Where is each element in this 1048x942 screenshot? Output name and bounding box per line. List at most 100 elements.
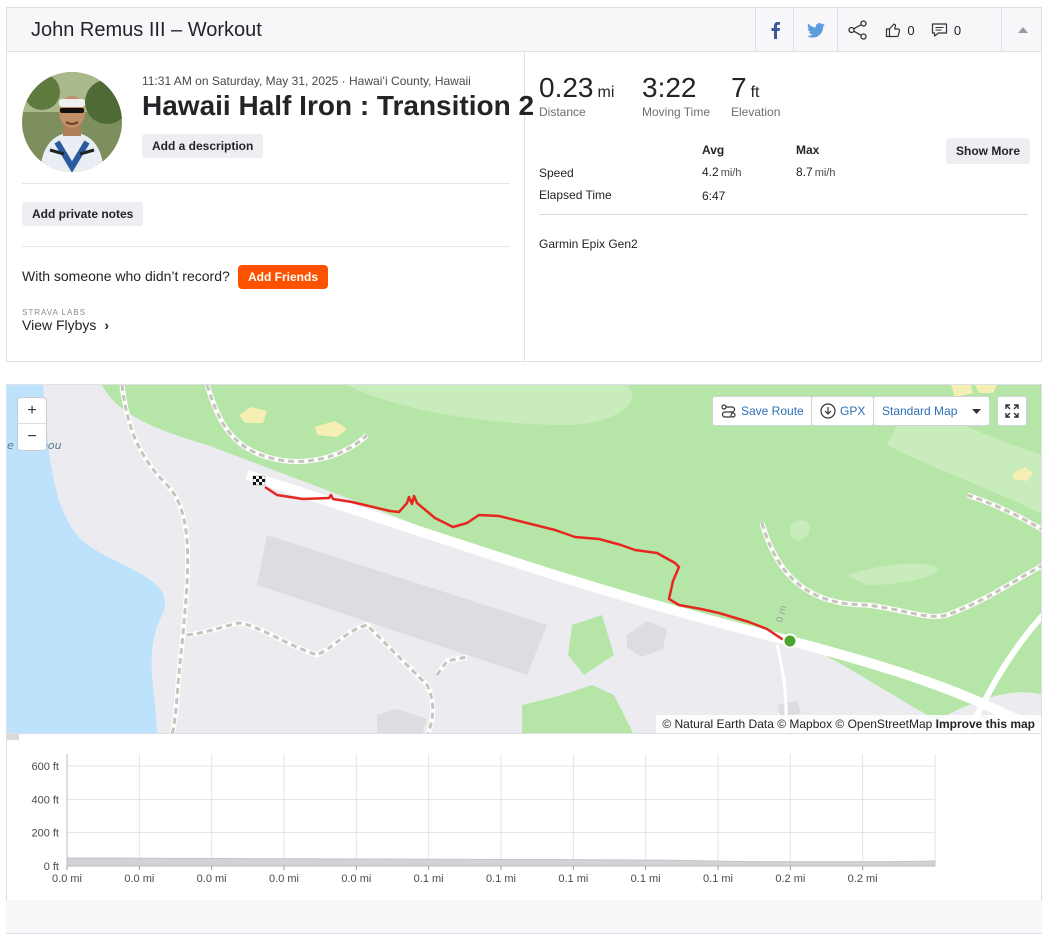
start-marker-icon bbox=[782, 633, 798, 649]
distance-value: 0.23 bbox=[539, 72, 594, 103]
speed-label: Speed bbox=[539, 166, 574, 180]
park-area bbox=[522, 685, 633, 733]
comments-count: 0 bbox=[953, 22, 962, 38]
divider bbox=[22, 246, 510, 247]
moving-time-value: 3:22 bbox=[642, 72, 697, 103]
zoom-in-button[interactable]: + bbox=[18, 398, 46, 424]
activity-summary: 11:31 AM on Saturday, May 31, 2025 · Haw… bbox=[6, 51, 1042, 362]
map-style-select[interactable]: Standard Map bbox=[873, 396, 990, 426]
athlete-workout-title: John Remus III – Workout bbox=[31, 19, 262, 41]
speed-max: 8.7 mi/h bbox=[796, 165, 835, 179]
route-map[interactable]: e Kanipou 0 m + − Save Route GPX Standar… bbox=[6, 384, 1042, 734]
speed-max-unit: mi/h bbox=[814, 167, 836, 179]
share-button[interactable] bbox=[837, 8, 877, 52]
save-route-button[interactable]: Save Route bbox=[712, 396, 813, 426]
speed-avg-unit: mi/h bbox=[720, 167, 742, 179]
x-tick-label: 0.0 mi bbox=[52, 873, 82, 885]
add-description-button[interactable]: Add a description bbox=[142, 134, 264, 158]
distance-unit: mi bbox=[597, 84, 615, 101]
athlete-avatar[interactable] bbox=[22, 72, 122, 172]
chart-footer bbox=[6, 900, 1042, 934]
share-icon bbox=[847, 20, 867, 40]
zoom-controls: + − bbox=[18, 398, 46, 450]
collapse-button[interactable] bbox=[1001, 8, 1043, 52]
facebook-share-button[interactable] bbox=[755, 8, 793, 52]
elevation-label: Elevation bbox=[731, 105, 781, 119]
elapsed-time-value: 6:47 bbox=[702, 189, 726, 203]
gpx-label: GPX bbox=[840, 404, 866, 418]
activity-details: 11:31 AM on Saturday, May 31, 2025 · Haw… bbox=[7, 52, 534, 361]
twitter-share-button[interactable] bbox=[793, 8, 837, 52]
x-tick-label: 0.0 mi bbox=[341, 873, 371, 885]
x-tick-label: 0.0 mi bbox=[269, 873, 299, 885]
activity-meta: 11:31 AM on Saturday, May 31, 2025 · Haw… bbox=[142, 74, 471, 88]
improve-map-link[interactable]: Improve this map bbox=[936, 717, 1035, 731]
device-name: Garmin Epix Gen2 bbox=[539, 237, 638, 251]
zoom-out-button[interactable]: − bbox=[18, 424, 46, 450]
y-axis: 600 ft 400 ft 200 ft 0 ft bbox=[31, 754, 68, 873]
y-tick-label: 200 ft bbox=[31, 828, 59, 840]
fullscreen-button[interactable] bbox=[997, 396, 1027, 426]
building bbox=[377, 709, 427, 733]
fullscreen-icon bbox=[1005, 404, 1019, 418]
x-tick-label: 0.1 mi bbox=[703, 873, 733, 885]
with-someone-text: With someone who didn’t record? bbox=[22, 268, 230, 284]
y-tick-label: 400 ft bbox=[31, 794, 59, 806]
add-friends-button[interactable]: Add Friends bbox=[238, 265, 329, 289]
thumbs-up-icon bbox=[886, 23, 901, 38]
kudos-count: 0 bbox=[907, 22, 915, 38]
view-flybys-link[interactable]: View Flybys › bbox=[22, 317, 109, 333]
avatar-image bbox=[22, 72, 122, 172]
moving-time-label: Moving Time bbox=[642, 105, 711, 119]
distance-label: Distance bbox=[539, 105, 586, 119]
chart-area bbox=[66, 857, 936, 867]
park-area bbox=[568, 615, 614, 675]
y-tick-label: 600 ft bbox=[31, 761, 59, 773]
distance-stat: 0.23 mi Distance bbox=[539, 72, 614, 119]
elevation-value: 7 bbox=[731, 72, 747, 103]
view-flybys-label: View Flybys bbox=[22, 317, 97, 333]
y-tick-label: 0 ft bbox=[44, 861, 59, 873]
x-tick-label: 0.1 mi bbox=[631, 873, 661, 885]
x-tick-label: 0.2 mi bbox=[775, 873, 805, 885]
chevron-right-icon: › bbox=[104, 317, 109, 333]
building bbox=[627, 621, 667, 657]
map-canvas[interactable]: e Kanipou 0 m bbox=[7, 385, 1042, 734]
divider bbox=[22, 183, 510, 184]
caret-down-icon bbox=[972, 408, 981, 414]
activity-header: John Remus III – Workout 0 0 bbox=[6, 7, 1043, 52]
map-attribution: © Natural Earth Data © Mapbox © OpenStre… bbox=[656, 715, 1041, 733]
elapsed-time-label: Elapsed Time bbox=[539, 188, 612, 202]
speed-max-value: 8.7 bbox=[796, 165, 813, 179]
elevation-chart[interactable]: 600 ft400 ft200 ft0 ft 0.0 mi 0.0 mi 0.0 m… bbox=[7, 734, 1043, 900]
divider bbox=[539, 214, 1028, 215]
show-more-button[interactable]: Show More bbox=[946, 138, 1031, 164]
activity-title[interactable]: Hawaii Half Iron : Transition 2 bbox=[142, 90, 534, 122]
activity-stats: 0.23 mi Distance 3:22 Moving Time 7 ft Ele… bbox=[539, 52, 1043, 361]
avg-column-header: Avg bbox=[702, 143, 725, 157]
x-tick-label: 0.2 mi bbox=[848, 873, 878, 885]
max-column-header: Max bbox=[796, 143, 820, 157]
elevation-unit: ft bbox=[750, 84, 760, 101]
comment-icon bbox=[931, 23, 947, 37]
gpx-button[interactable]: GPX bbox=[811, 396, 875, 426]
x-tick-label: 0.0 mi bbox=[124, 873, 154, 885]
x-tick-label: 0.1 mi bbox=[486, 873, 516, 885]
caret-up-icon bbox=[1017, 27, 1028, 33]
x-tick-label: 0.1 mi bbox=[414, 873, 444, 885]
download-icon bbox=[820, 403, 836, 419]
x-tick-label: 0.0 mi bbox=[197, 873, 227, 885]
twitter-icon bbox=[806, 22, 825, 38]
x-axis: 0.0 mi 0.0 mi 0.0 mi 0.0 mi 0.0 mi 0.1 mi 0.1 … bbox=[52, 865, 935, 885]
map-style-label: Standard Map bbox=[882, 404, 958, 418]
elevation-area bbox=[66, 857, 936, 867]
route-icon bbox=[721, 404, 736, 418]
x-tick-label: 0.1 mi bbox=[558, 873, 588, 885]
speed-avg: 4.2 mi/h bbox=[702, 165, 741, 179]
chart-grid bbox=[66, 754, 936, 867]
kudos-button[interactable]: 0 bbox=[877, 8, 923, 52]
save-route-label: Save Route bbox=[741, 404, 804, 418]
add-private-notes-button[interactable]: Add private notes bbox=[22, 202, 144, 226]
comments-button[interactable]: 0 bbox=[923, 8, 969, 52]
facebook-icon bbox=[771, 22, 780, 39]
